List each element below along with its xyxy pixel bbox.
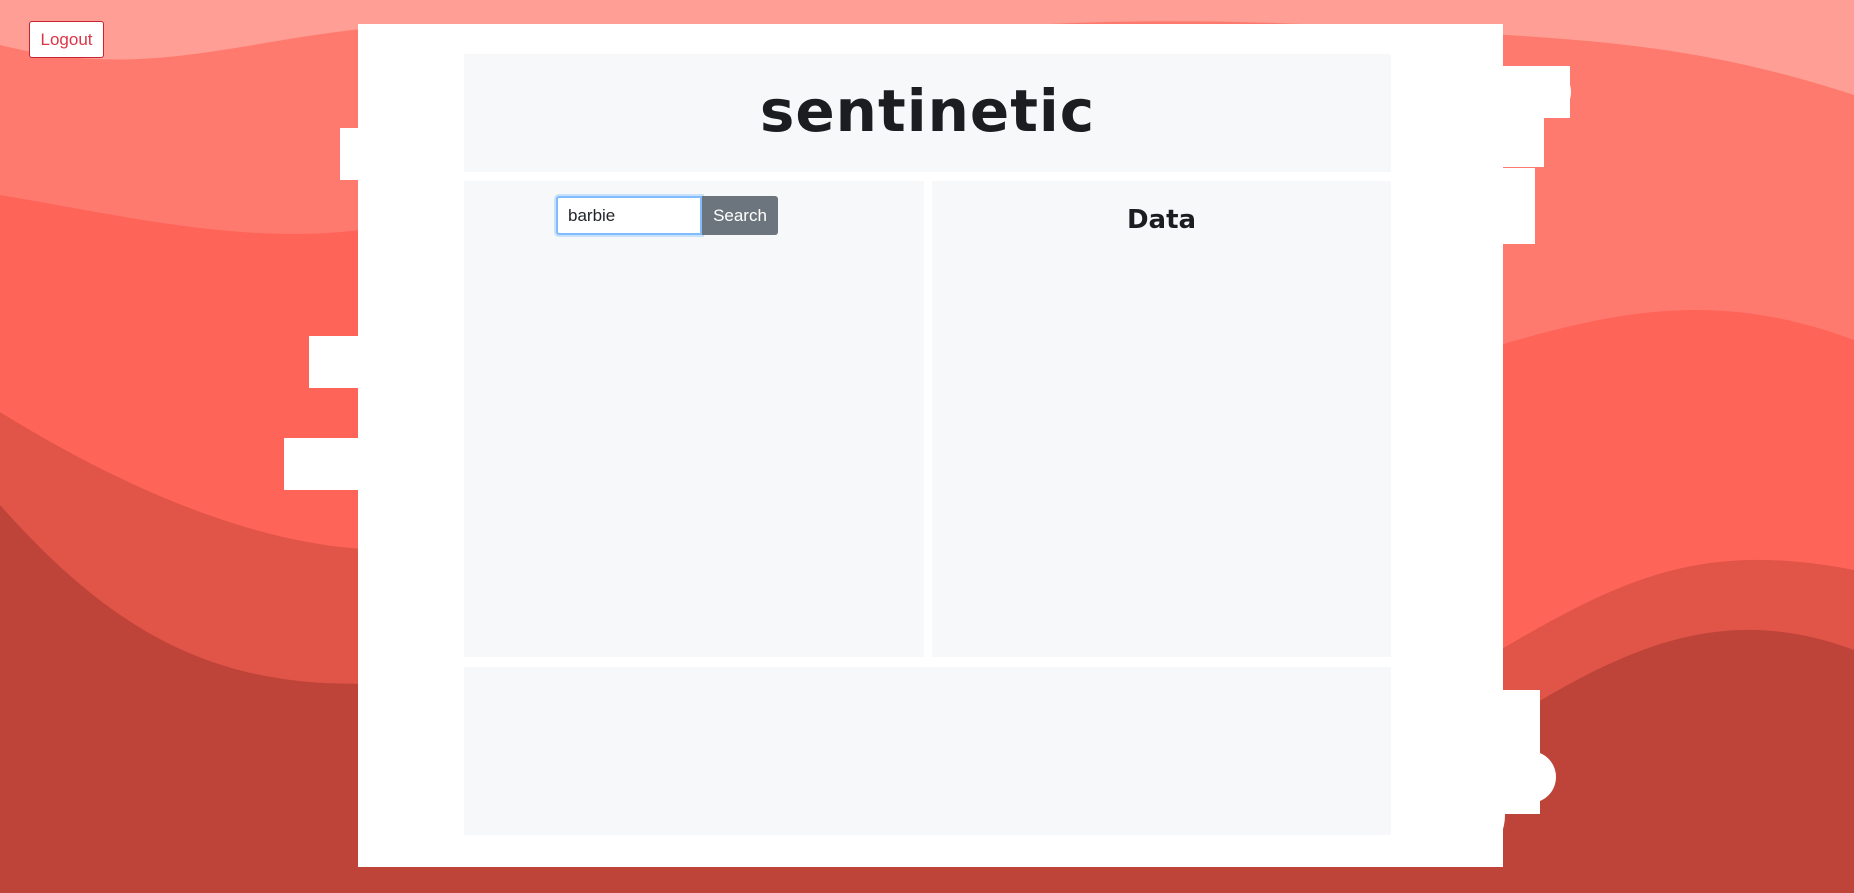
header-panel: sentinetic (464, 54, 1391, 172)
search-button[interactable]: Search (702, 196, 778, 235)
search-input[interactable] (556, 196, 702, 235)
search-form: Search (556, 196, 778, 235)
brand-title: sentinetic (759, 77, 1096, 145)
logout-button[interactable]: Logout (29, 21, 104, 58)
data-panel: Data (932, 181, 1391, 657)
search-panel: Search (464, 181, 924, 657)
data-panel-title: Data (1126, 205, 1197, 235)
footer-panel (464, 667, 1391, 835)
